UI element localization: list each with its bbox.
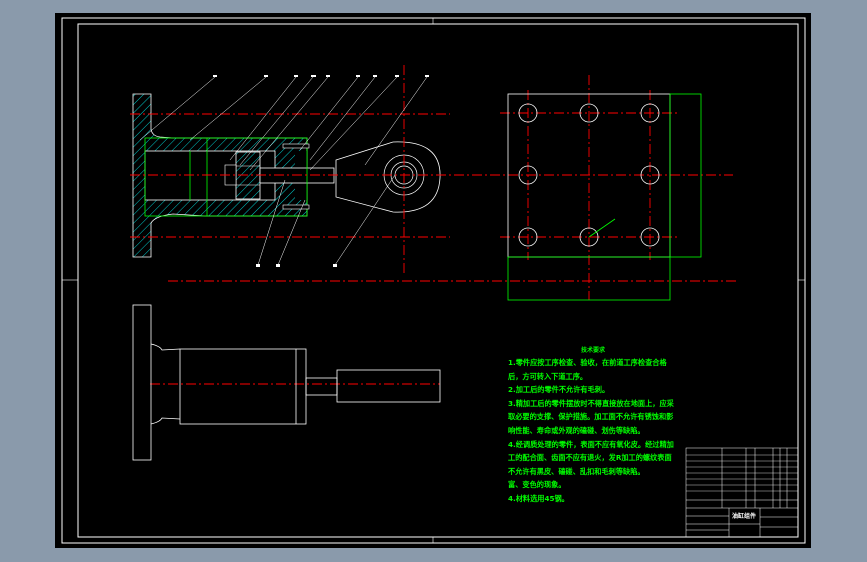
inner-border <box>77 23 799 538</box>
side-view <box>507 93 702 301</box>
technical-notes: 技术要求 1.零件应按工序检查、验收，在前道工序检查合格后，方可转入下道工序。 … <box>508 346 678 506</box>
note-line: 1.零件应按工序检查、验收，在前道工序检查合格后，方可转入下道工序。 <box>508 358 667 381</box>
note-line: 3.精加工后的零件摆放时不得直接放在地面上，应采取必要的支撑、保护措施。加工面不… <box>508 398 674 435</box>
note-line: 2.加工后的零件不允许有毛刺。 <box>508 385 610 395</box>
title-block <box>685 447 799 538</box>
border-ticks <box>62 18 805 543</box>
centerlines <box>130 65 738 385</box>
outer-border <box>61 17 806 544</box>
section-view <box>132 93 441 258</box>
note-line: 4.经调质处理的零件，表面不应有氧化皮。经过精加工的配合面、齿面不应有退火，发R… <box>508 439 674 476</box>
drawing-name: 油缸组件 <box>732 513 757 520</box>
note-line: 富、变色的现象。 <box>508 480 566 490</box>
cad-drawing <box>61 17 806 544</box>
notes-title: 技术要求 <box>580 347 605 354</box>
top-view <box>132 304 441 461</box>
note-line: 4.材料选用45钢。 <box>508 493 569 503</box>
